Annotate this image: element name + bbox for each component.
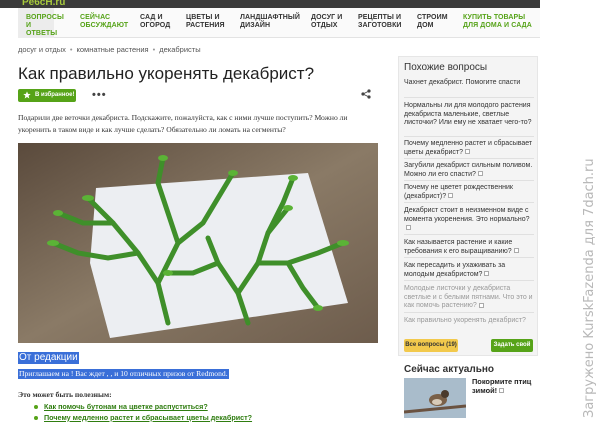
sidebar-question[interactable]: Почему не цветет рождественник (декабрис…: [404, 184, 534, 201]
divider: [404, 280, 534, 281]
breadcrumb: досуг и отдых • комнатные растения • декабри…: [18, 45, 201, 54]
sidebar-question[interactable]: Декабрист стоит в неизменном виде с моме…: [404, 207, 534, 233]
nav-item-landscape[interactable]: ЛАНДШАФТНЫЙ ДИЗАЙН: [240, 14, 300, 30]
comment-count-icon: [477, 171, 483, 177]
divider: [404, 158, 534, 159]
sidebar-question[interactable]: Молодые листочки у декабриста светлые и …: [404, 285, 534, 311]
useful-links: Как помочь бутонам на цветке распуститьс…: [34, 402, 252, 422]
sidebar-question[interactable]: Почему медленно растет и сбрасывает цвет…: [404, 140, 534, 157]
useful-link[interactable]: Как помочь бутонам на цветке распуститьс…: [44, 402, 208, 411]
sidebar-question-label: Как пересадить и ухаживать за молодым де…: [404, 262, 506, 278]
nav-item-leisure[interactable]: ДОСУГ И ОТДЫХ: [311, 14, 343, 30]
nav-item-garden[interactable]: САД И ОГОРОД: [140, 14, 174, 30]
divider: [404, 202, 534, 203]
nav-item-build[interactable]: СТРОИМ ДОМ: [417, 14, 448, 30]
sidebar-question-label: Молодые листочки у декабриста светлые и …: [404, 285, 533, 309]
comment-count-icon: [484, 271, 490, 277]
list-item: Почему медленно растет и сбрасывает цвет…: [34, 413, 252, 422]
more-menu-icon[interactable]: •••: [92, 89, 107, 101]
nav-item-questions[interactable]: ВОПРОСЫ И ОТВЕТЫ: [18, 8, 64, 38]
editorial-text: Приглашаем на ! Вас ждет , , и 10 отличн…: [18, 369, 229, 379]
favorite-button[interactable]: В избранное!: [18, 89, 76, 102]
sidebar-question-label: Декабрист стоит в неизменном виде с моме…: [404, 207, 530, 223]
watermark: Загружено KurskFazenda для 7dach.ru: [582, 158, 597, 418]
similar-questions-panel: Похожие вопросы Чахнет декабрист. Помоги…: [398, 56, 538, 356]
sidebar-question-label: Чахнет декабрист. Помогите спасти: [404, 79, 521, 86]
similar-questions-title: Похожие вопросы: [404, 62, 488, 73]
sidebar-question-label: Как правильно укоренять декабрист?: [404, 317, 526, 324]
useful-link[interactable]: Почему медленно растет и сбрасывает цвет…: [44, 413, 252, 422]
star-icon: [23, 91, 31, 99]
divider: [404, 234, 534, 235]
comment-count-icon: [499, 388, 505, 394]
question-photo: [18, 143, 378, 343]
comment-count-icon: [448, 193, 454, 199]
all-questions-button[interactable]: Все вопросы (19): [404, 339, 458, 352]
comment-count-icon: [465, 149, 470, 155]
nav-item-recipes[interactable]: РЕЦЕПТЫ И ЗАГОТОВКИ: [358, 14, 402, 30]
breadcrumb-separator: •: [152, 45, 156, 54]
now-actual-image[interactable]: [404, 378, 466, 418]
breadcrumb-separator: •: [69, 45, 73, 54]
sidebar-question-current: Как правильно укоренять декабрист?: [404, 317, 534, 326]
nav-item-flowers[interactable]: ЦВЕТЫ И РАСТЕНИЯ: [186, 14, 228, 30]
comment-count-icon: [406, 224, 411, 230]
site-logo[interactable]: Pe6cH.ru: [22, 0, 65, 8]
divider: [404, 136, 534, 137]
breadcrumb-item[interactable]: декабристы: [159, 45, 200, 54]
divider: [404, 257, 534, 258]
breadcrumb-item[interactable]: комнатные растения: [77, 45, 149, 54]
nav-item-discussed[interactable]: СЕЙЧАС ОБСУЖДАЮТ: [80, 14, 128, 30]
favorite-label: В избранное!: [35, 92, 75, 98]
divider: [404, 312, 534, 313]
sidebar-question[interactable]: Как пересадить и ухаживать за молодым де…: [404, 262, 534, 279]
share-icon[interactable]: [361, 89, 371, 99]
ask-question-button[interactable]: Задать свой: [491, 339, 533, 352]
top-bar: Pe6cH.ru: [0, 0, 540, 8]
sidebar-question-label: Почему не цветет рождественник (декабрис…: [404, 184, 513, 200]
sidebar-question[interactable]: Чахнет декабрист. Помогите спасти: [404, 79, 534, 88]
sidebar-question-label: Как называется растение и какие требован…: [404, 239, 513, 255]
sidebar-question-label: Загубили декабрист сильным поливом. Можн…: [404, 162, 533, 178]
main-nav: ВОПРОСЫ И ОТВЕТЫ СЕЙЧАС ОБСУЖДАЮТ САД И …: [18, 8, 540, 38]
question-text: Подарили две веточки декабриста. Подскаж…: [18, 113, 348, 134]
divider: [404, 97, 534, 98]
sidebar-question-label: Нормальны ли для молодого растения декаб…: [404, 102, 532, 126]
nav-item-shop[interactable]: КУПИТЬ ТОВАРЫ ДЛЯ ДОМА И САДА: [463, 14, 539, 30]
page-title: Как правильно укоренять декабрист?: [18, 64, 315, 83]
sidebar-question[interactable]: Как называется растение и какие требован…: [404, 239, 534, 256]
comment-count-icon: [478, 302, 484, 308]
comment-count-icon: [513, 248, 519, 254]
sidebar-question[interactable]: Нормальны ли для молодого растения декаб…: [404, 102, 534, 128]
now-actual-link[interactable]: Покормите птиц зимой!: [472, 377, 532, 395]
now-actual-title: Сейчас актуально: [404, 364, 494, 375]
breadcrumb-item[interactable]: досуг и отдых: [18, 45, 66, 54]
list-item: Как помочь бутонам на цветке распуститьс…: [34, 402, 252, 413]
divider: [404, 180, 534, 181]
sidebar-question[interactable]: Загубили декабрист сильным поливом. Можн…: [404, 162, 534, 179]
editorial-title: От редакции: [18, 352, 79, 364]
useful-heading: Это может быть полезным:: [18, 390, 112, 399]
